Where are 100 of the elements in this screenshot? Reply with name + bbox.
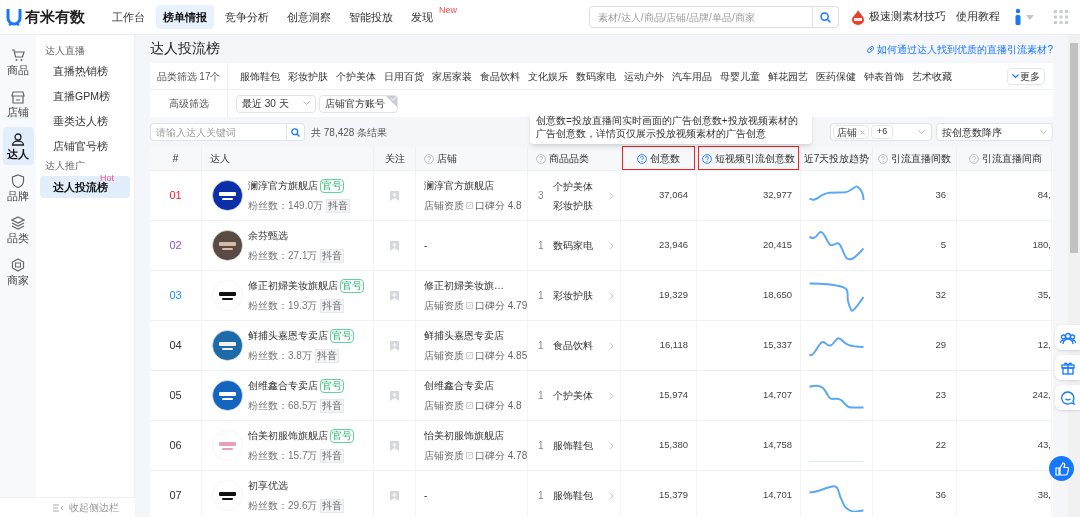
category-option[interactable]: 日用百货 <box>384 68 424 84</box>
nav-tab[interactable]: 榜单情报 <box>156 5 214 29</box>
tips-link[interactable]: 极速测素材技巧 <box>869 9 946 25</box>
external-link-icon[interactable] <box>466 452 473 459</box>
rail-item[interactable]: 店铺 <box>2 85 34 123</box>
nav-tab[interactable]: 发现 <box>404 5 440 29</box>
community-button[interactable] <box>1055 325 1080 350</box>
scrollbar-thumb[interactable] <box>1070 43 1078 253</box>
rail-item[interactable]: 商品 <box>2 43 34 81</box>
category-option[interactable]: 服饰鞋包 <box>240 68 280 84</box>
external-link-icon[interactable] <box>466 402 473 409</box>
official-account-checkbox[interactable]: 店铺官方账号 <box>319 94 398 113</box>
streamer-name[interactable]: 修正初婦美妆旗舰店 <box>248 278 338 293</box>
search-button[interactable] <box>287 123 305 141</box>
store-credentials-link[interactable]: 店铺资质 <box>424 198 464 213</box>
store-tag[interactable]: 店铺 <box>833 125 869 139</box>
chat-button[interactable] <box>1055 385 1080 410</box>
bookmark-icon[interactable] <box>390 490 399 501</box>
store-name[interactable]: 修正初婦美妆旗… <box>424 278 528 293</box>
chevron-right-icon[interactable] <box>609 391 614 400</box>
apps-grid-icon[interactable] <box>1054 10 1068 24</box>
category-option[interactable]: 家居家装 <box>432 68 472 84</box>
nav-tab[interactable]: 创意洞察 <box>280 5 338 29</box>
bookmark-icon[interactable] <box>390 340 399 351</box>
gift-button[interactable] <box>1055 355 1080 380</box>
collapse-icon[interactable] <box>52 503 63 512</box>
column-header[interactable]: 关注 <box>384 151 405 166</box>
column-header[interactable]: 近7天投放趋势 <box>803 151 870 166</box>
category-option[interactable]: 运动户外 <box>624 68 664 84</box>
external-link-icon[interactable] <box>466 202 473 209</box>
category-option[interactable]: 医药保健 <box>816 68 856 84</box>
store-credentials-link[interactable]: 店铺资质 <box>424 448 464 463</box>
external-link-icon[interactable] <box>466 352 473 359</box>
sidebar-item[interactable]: 直播热销榜 <box>40 60 130 83</box>
category-option[interactable]: 钟表首饰 <box>864 68 904 84</box>
column-header[interactable]: 店铺 <box>437 151 457 166</box>
nav-tab[interactable]: 工作台 <box>105 5 152 29</box>
category-option[interactable]: 汽车用品 <box>672 68 712 84</box>
category-option[interactable]: 母婴儿童 <box>720 68 760 84</box>
category-option[interactable]: 个护美体 <box>336 68 376 84</box>
column-header[interactable]: 短视频引流创意数 <box>715 151 795 166</box>
bookmark-icon[interactable] <box>390 290 399 301</box>
chevron-right-icon[interactable] <box>609 341 614 350</box>
chevron-right-icon[interactable] <box>609 241 614 250</box>
close-icon[interactable] <box>860 129 865 135</box>
sort-select[interactable]: 按创意数降序 <box>936 123 1053 141</box>
store-name[interactable]: 怡美初服饰旗舰店 <box>424 428 528 443</box>
store-name[interactable]: 创维鑫合专卖店 <box>424 378 522 393</box>
rail-item[interactable]: 商家 <box>2 253 34 291</box>
rail-item[interactable]: 达人 <box>2 127 34 165</box>
chevron-right-icon[interactable] <box>609 441 614 450</box>
chevron-right-icon[interactable] <box>609 191 614 200</box>
help-link[interactable]: 如何通过达人找到优质的直播引流素材? <box>866 41 1053 57</box>
column-header[interactable]: 引流直播间数 <box>891 151 951 166</box>
store-filter-select[interactable]: 店铺 +6 <box>830 123 932 141</box>
tutorial-link[interactable]: 使用教程 <box>956 9 1000 25</box>
store-name[interactable]: 澜淳官方旗舰店 <box>424 178 522 193</box>
rail-item[interactable]: 品类 <box>2 211 34 249</box>
column-header[interactable]: 创意数 <box>650 151 680 166</box>
store-name[interactable]: 鲜捕头嘉恩专卖店 <box>424 328 528 343</box>
sidebar-group-title: 达人推广 <box>44 159 86 173</box>
bookmark-icon[interactable] <box>390 390 399 401</box>
nav-tab[interactable]: 智能投放 <box>342 5 400 29</box>
chevron-right-icon[interactable] <box>609 491 614 500</box>
column-header[interactable]: 引流直播间商 <box>982 151 1042 166</box>
search-button[interactable] <box>813 6 839 28</box>
keyword-search-field[interactable]: 请输入达人关键词 <box>150 123 287 141</box>
sidebar-item[interactable]: 直播GPM榜 <box>40 85 130 108</box>
streamer-name[interactable]: 鲜捕头嘉恩专卖店 <box>248 328 328 343</box>
streamer-name[interactable]: 创维鑫合专卖店 <box>248 378 318 393</box>
streamer-name[interactable]: 澜淳官方旗舰店 <box>248 178 318 193</box>
category-option[interactable]: 彩妆护肤 <box>288 68 328 84</box>
caret-icon[interactable] <box>1026 14 1034 20</box>
more-button[interactable]: 更多 <box>1007 67 1045 85</box>
streamer-name[interactable]: 怡美初服饰旗舰店 <box>248 428 328 443</box>
bookmark-icon[interactable] <box>390 190 399 201</box>
user-icon[interactable] <box>1014 8 1022 26</box>
store-credentials-link[interactable]: 店铺资质 <box>424 348 464 363</box>
category-option[interactable]: 食品饮料 <box>480 68 520 84</box>
sidebar-item[interactable]: 垂类达人榜 <box>40 110 130 133</box>
category-option[interactable]: 数码家电 <box>576 68 616 84</box>
category-option[interactable]: 鲜花园艺 <box>768 68 808 84</box>
rail-item[interactable]: 品牌 <box>2 169 34 207</box>
external-link-icon[interactable] <box>466 302 473 309</box>
search-field[interactable]: 素材/达人/商品/店铺/品牌/单品/商家 <box>589 6 813 28</box>
sidebar-item[interactable]: 店铺官号榜 <box>40 135 130 158</box>
category-option[interactable]: 艺术收藏 <box>912 68 952 84</box>
column-header[interactable]: # <box>172 151 179 166</box>
store-credentials-link[interactable]: 店铺资质 <box>424 398 464 413</box>
streamer-name[interactable]: 初享优选 <box>248 478 288 493</box>
column-header[interactable]: 商品品类 <box>549 151 589 166</box>
chevron-right-icon[interactable] <box>609 291 614 300</box>
store-credentials-link[interactable]: 店铺资质 <box>424 298 464 313</box>
bookmark-icon[interactable] <box>390 240 399 251</box>
streamer-name[interactable]: 余芬甄选 <box>248 228 288 243</box>
category-option[interactable]: 文化娱乐 <box>528 68 568 84</box>
nav-tab[interactable]: 竞争分析 <box>218 5 276 29</box>
bookmark-icon[interactable] <box>390 440 399 451</box>
column-header[interactable]: 达人 <box>210 151 230 166</box>
period-dropdown[interactable]: 最近 30 天 <box>236 94 316 113</box>
